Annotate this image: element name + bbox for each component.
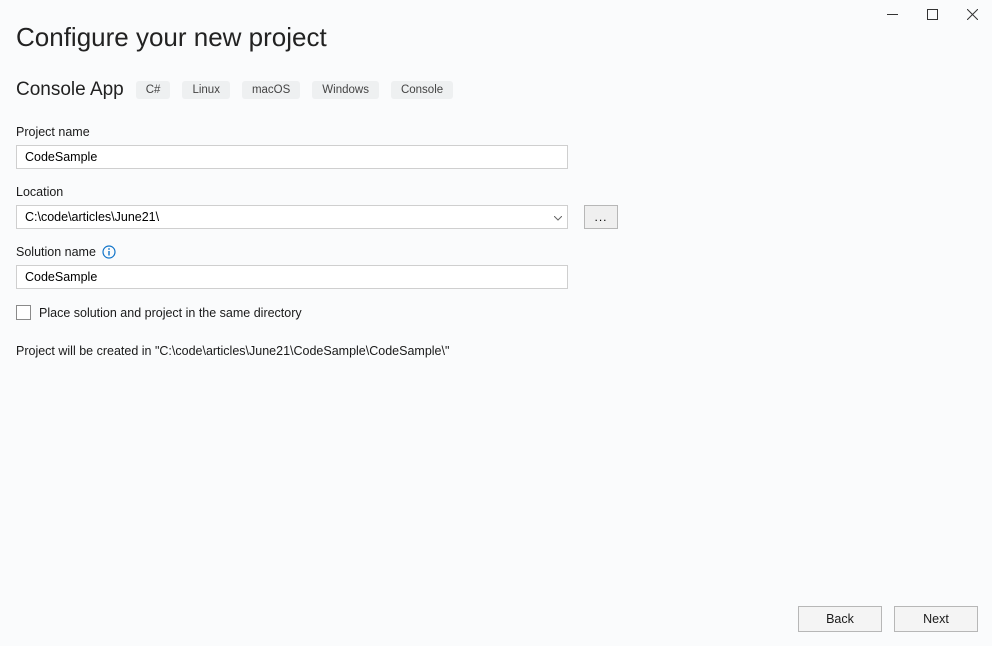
creation-path-summary: Project will be created in "C:\code\arti… bbox=[16, 344, 976, 358]
tag-console: Console bbox=[391, 81, 453, 99]
close-icon bbox=[967, 9, 978, 20]
template-name: Console App bbox=[16, 79, 124, 101]
minimize-icon bbox=[887, 9, 898, 20]
close-button[interactable] bbox=[952, 0, 992, 28]
solution-name-label: Solution name bbox=[16, 245, 96, 259]
tag-windows: Windows bbox=[312, 81, 379, 99]
window-controls bbox=[872, 0, 992, 28]
wizard-footer: Back Next bbox=[798, 606, 978, 632]
maximize-icon bbox=[927, 9, 938, 20]
solution-name-input[interactable] bbox=[16, 265, 568, 289]
solution-name-field-group: Solution name bbox=[16, 245, 976, 289]
tag-csharp: C# bbox=[136, 81, 171, 99]
same-directory-row: Place solution and project in the same d… bbox=[16, 305, 976, 320]
maximize-button[interactable] bbox=[912, 0, 952, 28]
location-field-group: Location ... bbox=[16, 185, 976, 229]
tag-linux: Linux bbox=[182, 81, 230, 99]
same-directory-checkbox[interactable] bbox=[16, 305, 31, 320]
solution-name-label-row: Solution name bbox=[16, 245, 976, 259]
back-button[interactable]: Back bbox=[798, 606, 882, 632]
minimize-button[interactable] bbox=[872, 0, 912, 28]
tag-macos: macOS bbox=[242, 81, 300, 99]
browse-button[interactable]: ... bbox=[584, 205, 618, 229]
info-icon[interactable] bbox=[102, 245, 116, 259]
same-directory-label: Place solution and project in the same d… bbox=[39, 306, 302, 320]
location-input[interactable] bbox=[16, 205, 568, 229]
template-header-row: Console App C# Linux macOS Windows Conso… bbox=[16, 79, 976, 101]
page-title: Configure your new project bbox=[16, 22, 976, 53]
location-combo[interactable] bbox=[16, 205, 568, 229]
project-name-label: Project name bbox=[16, 125, 976, 139]
next-button[interactable]: Next bbox=[894, 606, 978, 632]
location-label: Location bbox=[16, 185, 976, 199]
project-name-field-group: Project name bbox=[16, 125, 976, 169]
project-name-input[interactable] bbox=[16, 145, 568, 169]
